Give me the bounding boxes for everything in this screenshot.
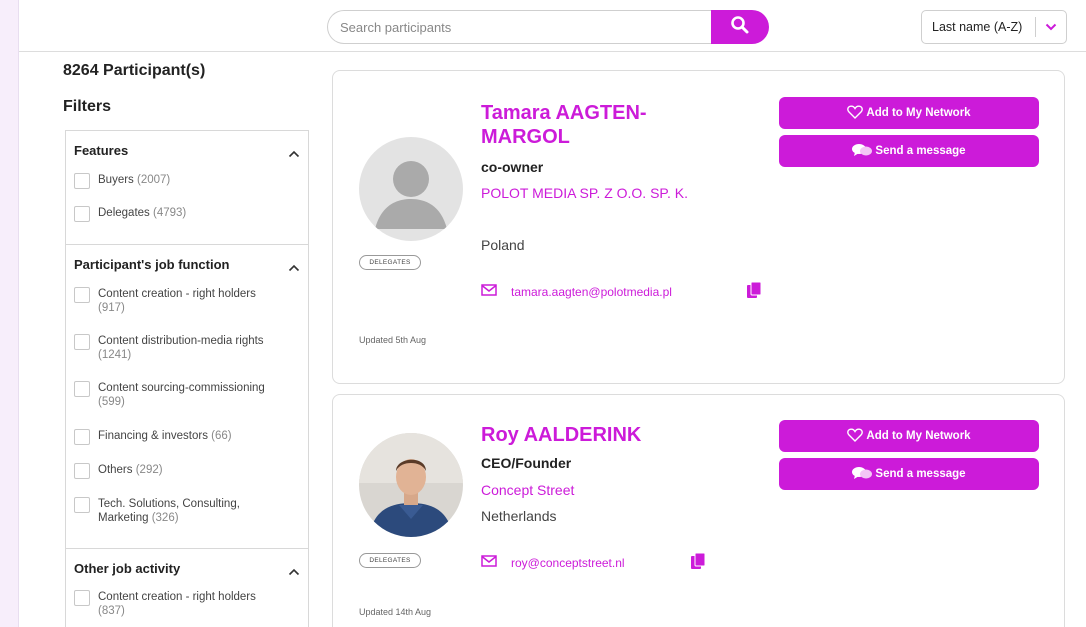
- copy-icon[interactable]: [747, 281, 762, 303]
- chat-icon: [852, 466, 875, 483]
- status-badge: DELEGATES: [359, 553, 421, 568]
- checkbox[interactable]: [74, 287, 90, 303]
- checkbox[interactable]: [74, 334, 90, 350]
- filter-panel: Features Buyers (2007) Delegates (4793) …: [65, 130, 309, 627]
- chevron-up-icon[interactable]: [288, 259, 300, 277]
- checkbox[interactable]: [74, 206, 90, 222]
- filter-option[interactable]: Content distribution-media rights (1241): [74, 334, 300, 362]
- filter-option-count: (4793): [153, 207, 187, 219]
- sort-label: Last name (A-Z): [932, 20, 1023, 34]
- search-input[interactable]: [327, 10, 727, 44]
- heart-icon: [847, 427, 866, 445]
- filter-option[interactable]: Tech. Solutions, Consulting, Marketing (…: [74, 497, 274, 525]
- filter-option-count: (326): [151, 512, 179, 524]
- checkbox[interactable]: [74, 497, 90, 513]
- filter-group-job-function: Participant's job function Content creat…: [66, 245, 308, 549]
- filter-option-label: Content creation - right holders: [98, 591, 256, 603]
- heart-icon: [847, 104, 866, 122]
- filter-option-count: (599): [98, 396, 125, 408]
- avatar-photo: [359, 433, 463, 537]
- filter-group-title: Other job activity: [74, 561, 181, 576]
- chevron-up-icon[interactable]: [288, 145, 300, 163]
- status-badge: DELEGATES: [359, 255, 421, 270]
- checkbox[interactable]: [74, 173, 90, 189]
- filter-option[interactable]: Delegates (4793): [74, 206, 300, 222]
- envelope-icon: [481, 283, 497, 301]
- avatar-placeholder: [359, 137, 463, 241]
- filter-group-features: Features Buyers (2007) Delegates (4793): [66, 131, 308, 245]
- filter-option-count: (292): [135, 464, 163, 476]
- send-message-button[interactable]: Send a message: [779, 458, 1039, 490]
- filter-option-label: Content distribution-media rights: [98, 335, 264, 347]
- checkbox[interactable]: [74, 463, 90, 479]
- chevron-down-icon[interactable]: [1036, 23, 1066, 31]
- chevron-up-icon[interactable]: [288, 563, 300, 581]
- participant-company[interactable]: Concept Street: [481, 478, 711, 502]
- filter-option-count: (66): [211, 430, 232, 442]
- send-message-label: Send a message: [875, 468, 966, 480]
- participant-country: Poland: [481, 237, 525, 253]
- checkbox[interactable]: [74, 590, 90, 606]
- filter-option[interactable]: Buyers (2007): [74, 173, 300, 189]
- filter-option[interactable]: Financing & investors (66): [74, 429, 300, 445]
- filter-option[interactable]: Content creation - right holders (917): [74, 287, 300, 315]
- filter-option-count: (917): [98, 302, 125, 314]
- filter-group-title: Features: [74, 143, 129, 158]
- filter-option-label: Buyers: [98, 174, 134, 186]
- filter-option-label: Content creation - right holders: [98, 288, 256, 300]
- filters-title: Filters: [63, 98, 112, 115]
- filter-option-count: (2007): [137, 174, 171, 186]
- participant-name[interactable]: Roy AALDERINK: [481, 423, 721, 447]
- participant-card: DELEGATES Updated 5th Aug Tamara AAGTEN-…: [332, 70, 1065, 384]
- top-bar: Last name (A-Z): [19, 0, 1086, 52]
- add-to-network-button[interactable]: Add to My Network: [779, 420, 1039, 452]
- copy-icon[interactable]: [691, 552, 706, 574]
- email-row[interactable]: roy@conceptstreet.nl: [481, 554, 625, 572]
- updated-date: Updated 5th Aug: [359, 335, 427, 345]
- participant-count: 8264 Participant(s): [63, 62, 206, 79]
- filter-option[interactable]: Content creation - right holders (837): [74, 590, 300, 618]
- add-to-network-button[interactable]: Add to My Network: [779, 97, 1039, 129]
- participant-email[interactable]: roy@conceptstreet.nl: [511, 556, 625, 570]
- participant-job: CEO/Founder: [481, 455, 572, 471]
- filter-group-other-job-activity: Other job activity Content creation - ri…: [66, 549, 308, 627]
- search-icon: [730, 15, 750, 40]
- chat-icon: [852, 143, 875, 160]
- filter-option-label: Delegates: [98, 207, 150, 219]
- filter-option[interactable]: Others (292): [74, 463, 300, 479]
- filter-option[interactable]: Content sourcing-commissioning (599): [74, 381, 300, 409]
- search-button[interactable]: [711, 10, 769, 44]
- filter-option-count: (1241): [98, 349, 132, 361]
- envelope-icon: [481, 554, 497, 572]
- email-row[interactable]: tamara.aagten@polotmedia.pl: [481, 283, 672, 301]
- send-message-label: Send a message: [875, 145, 966, 157]
- participant-name[interactable]: Tamara AAGTEN-MARGOL: [481, 101, 721, 149]
- participant-company[interactable]: POLOT MEDIA SP. Z O.O. SP. K.: [481, 181, 711, 205]
- updated-date: Updated 14th Aug: [359, 607, 432, 617]
- participant-country: Netherlands: [481, 508, 557, 524]
- send-message-button[interactable]: Send a message: [779, 135, 1039, 167]
- filter-group-title: Participant's job function: [74, 257, 230, 272]
- participant-email[interactable]: tamara.aagten@polotmedia.pl: [511, 285, 672, 299]
- filter-option-count: (837): [98, 605, 125, 617]
- add-to-network-label: Add to My Network: [866, 430, 971, 442]
- filter-option-label: Financing & investors: [98, 430, 208, 442]
- checkbox[interactable]: [74, 429, 90, 445]
- participant-card: DELEGATES Updated 14th Aug Roy AALDERINK…: [332, 394, 1065, 627]
- sort-select[interactable]: Last name (A-Z): [921, 10, 1067, 44]
- participant-job: co-owner: [481, 159, 544, 175]
- participants-page: Last name (A-Z) 8264 Participant(s) Filt…: [18, 0, 1086, 627]
- search-bar: [327, 10, 769, 44]
- filter-option-label: Others: [98, 464, 133, 476]
- add-to-network-label: Add to My Network: [866, 107, 971, 119]
- checkbox[interactable]: [74, 381, 90, 397]
- filter-option-label: Content sourcing-commissioning: [98, 382, 265, 394]
